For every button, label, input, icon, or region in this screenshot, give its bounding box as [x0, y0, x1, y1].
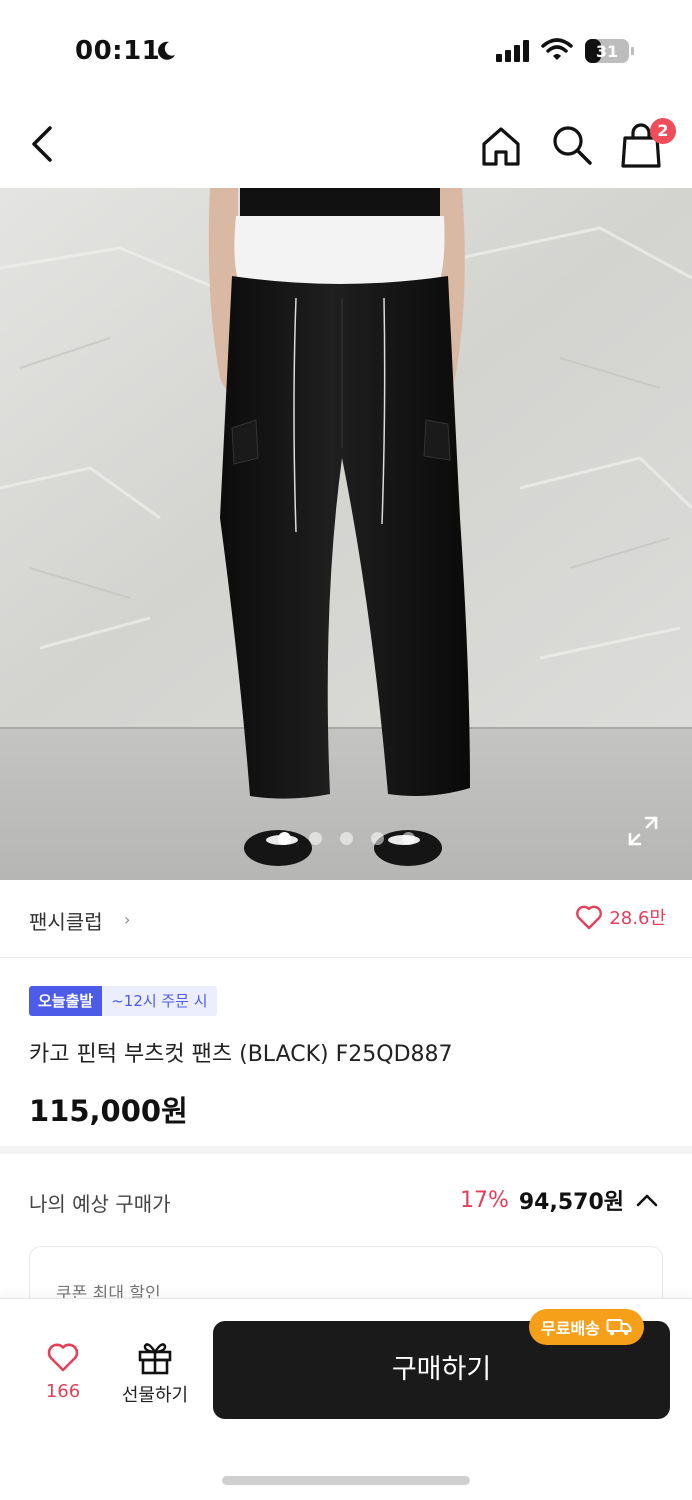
order-cutoff-badge: ~12시 주문 시 — [102, 986, 217, 1016]
brand-name-link[interactable]: 팬시클럽 — [29, 906, 103, 935]
today-shipping-badge: 오늘출발 — [29, 986, 103, 1016]
battery-level: 31 — [596, 42, 618, 61]
expand-icon[interactable] — [626, 814, 660, 848]
brand-like-count: 28.6만 — [609, 908, 666, 929]
back-icon[interactable] — [22, 122, 62, 166]
gallery-dot[interactable] — [339, 832, 353, 845]
free-shipping-badge: 무료배송 — [529, 1309, 644, 1345]
signal-icon — [496, 40, 529, 62]
brand-arrow-icon: › — [124, 910, 131, 929]
cart-count-badge: 2 — [650, 118, 676, 144]
wishlist-button[interactable]: 166 — [40, 1341, 86, 1402]
gift-button[interactable]: 선물하기 — [112, 1339, 198, 1407]
home-icon[interactable] — [478, 124, 524, 168]
gallery-pagination — [0, 832, 692, 845]
gallery-dot[interactable] — [308, 832, 322, 845]
top-nav: 2 — [0, 100, 692, 188]
product-title: 카고 핀턱 부츠컷 팬츠 (BLACK) F25QD887 — [29, 1042, 453, 1067]
product-info: 오늘출발 ~12시 주문 시 카고 핀턱 부츠컷 팬츠 (BLACK) F25Q… — [0, 958, 692, 1154]
delivery-tags: 오늘출발 ~12시 주문 시 — [29, 986, 217, 1016]
expected-price-amount: 94,570원 — [518, 1190, 624, 1215]
product-photo — [0, 188, 692, 880]
gallery-dot[interactable] — [401, 832, 415, 845]
heart-outline-icon — [576, 905, 603, 930]
product-image-gallery[interactable] — [0, 188, 692, 880]
truck-icon — [606, 1319, 632, 1336]
chevron-up-icon[interactable] — [634, 1190, 660, 1210]
gift-label: 선물하기 — [121, 1385, 189, 1406]
brand-like-button[interactable]: 28.6만 — [575, 904, 666, 930]
expected-price-value: 17% 94,570원 — [460, 1184, 660, 1216]
battery-icon: 31 — [585, 39, 634, 63]
expected-price-row[interactable]: 나의 예상 구매가 17% 94,570원 — [0, 1162, 692, 1242]
search-icon[interactable] — [549, 122, 595, 168]
status-bar: 00:11 31 — [0, 0, 692, 100]
brand-row: 팬시클럽 › 28.6만 — [0, 880, 692, 958]
moon-icon — [158, 41, 175, 60]
heart-outline-icon — [47, 1343, 79, 1372]
home-indicator — [222, 1476, 470, 1485]
expected-price-label: 나의 예상 구매가 — [29, 1192, 171, 1216]
status-time: 00:11 — [75, 36, 161, 66]
wifi-icon — [541, 38, 573, 60]
bottom-action-bar: 166 선물하기 구매하기 무료배송 — [0, 1298, 692, 1500]
product-price: 115,000원 — [29, 1094, 188, 1128]
gallery-dot[interactable] — [277, 832, 291, 845]
gallery-dot[interactable] — [370, 832, 384, 845]
discount-percent: 17% — [459, 1187, 509, 1213]
free-shipping-label: 무료배송 — [541, 1319, 600, 1338]
gift-icon — [138, 1343, 172, 1375]
wishlist-count: 166 — [45, 1381, 81, 1402]
